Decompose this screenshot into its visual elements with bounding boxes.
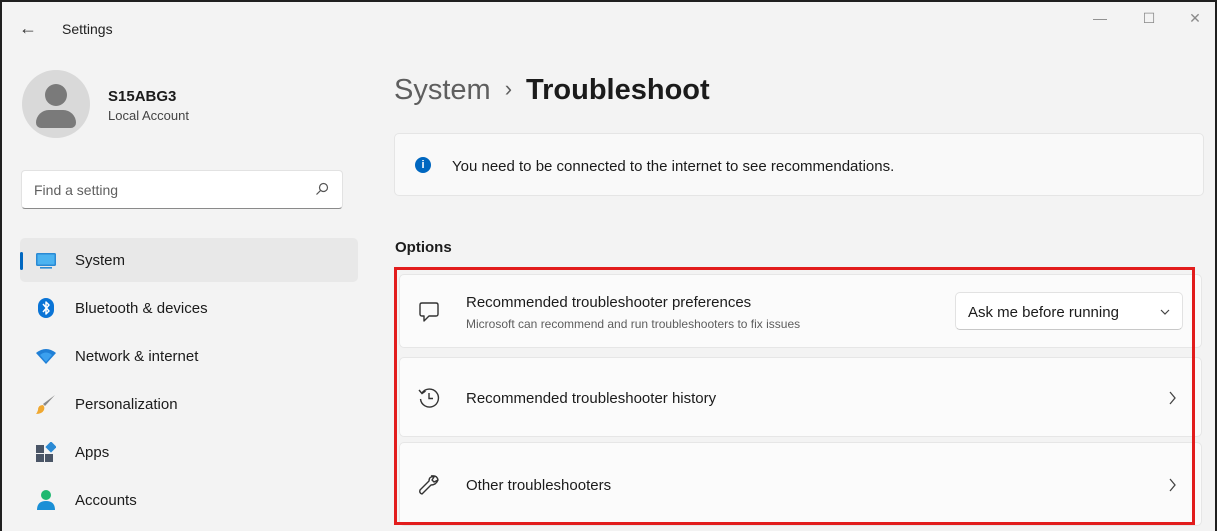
avatar[interactable] [22,70,90,138]
other-troubleshooters-card[interactable]: Other troubleshooters [399,442,1202,526]
troubleshooter-preferences-card[interactable]: Recommended troubleshooter preferences M… [399,274,1202,348]
page-title: Troubleshoot [526,74,710,106]
dropdown-selected-value: Ask me before running [968,304,1119,321]
search-input[interactable] [34,180,304,200]
minimize-button[interactable]: — [1080,6,1120,30]
back-button[interactable]: ← [16,16,40,40]
apps-icon [36,442,56,462]
sidebar-item-system[interactable]: System [20,238,358,282]
person-icon [37,490,55,510]
wifi-icon [36,349,56,364]
search-box [21,170,343,209]
info-bar: i You need to be connected to the intern… [394,133,1204,196]
info-icon: i [415,157,431,173]
settings-window: ← Settings — ☐ ✕ S15ABG3 Local Account S… [0,0,1217,531]
avatar-head [45,84,67,106]
card-title: Recommended troubleshooter history [466,390,717,407]
sidebar-item-label: Bluetooth & devices [75,300,208,317]
sidebar-item-label: System [75,252,126,269]
maximize-button[interactable]: ☐ [1129,6,1169,30]
active-indicator [20,252,23,270]
troubleshooter-history-card[interactable]: Recommended troubleshooter history [399,357,1202,437]
sidebar-item-personalization[interactable]: Personalization [20,382,358,426]
breadcrumb-separator: › [504,76,513,101]
section-title: Options [395,239,452,256]
title-bar: ← Settings — ☐ ✕ [2,2,1215,54]
sidebar-item-bluetooth[interactable]: Bluetooth & devices [20,286,358,330]
sidebar-item-label: Apps [75,444,110,461]
card-description: Microsoft can recommend and run troubles… [466,317,801,331]
search-icon[interactable] [315,182,329,196]
avatar-body [36,110,76,128]
sidebar-item-label: Personalization [75,396,178,413]
user-name: S15ABG3 [108,88,177,105]
bluetooth-icon [38,298,54,318]
history-icon [418,388,440,408]
card-title: Other troubleshooters [466,477,612,494]
sidebar-item-accounts[interactable]: Accounts [20,478,358,522]
troubleshooter-preference-dropdown[interactable]: Ask me before running [955,292,1183,330]
sidebar-item-label: Accounts [75,492,137,509]
brush-icon [36,395,55,414]
breadcrumb-parent[interactable]: System [394,74,491,106]
info-message: You need to be connected to the internet… [452,158,895,175]
sidebar-item-network[interactable]: Network & internet [20,334,358,378]
chevron-right-icon [1169,478,1176,492]
breadcrumb: System › Troubleshoot [394,74,710,107]
card-title: Recommended troubleshooter preferences [466,294,752,311]
system-icon [36,253,56,269]
close-button[interactable]: ✕ [1175,6,1215,30]
chevron-right-icon [1169,391,1176,405]
app-title: Settings [62,21,113,37]
wrench-icon [419,475,439,495]
account-type: Local Account [108,108,189,123]
chevron-down-icon [1160,309,1170,315]
sidebar-item-apps[interactable]: Apps [20,430,358,474]
chat-bubble-icon [419,302,439,322]
sidebar-item-label: Network & internet [75,348,199,365]
